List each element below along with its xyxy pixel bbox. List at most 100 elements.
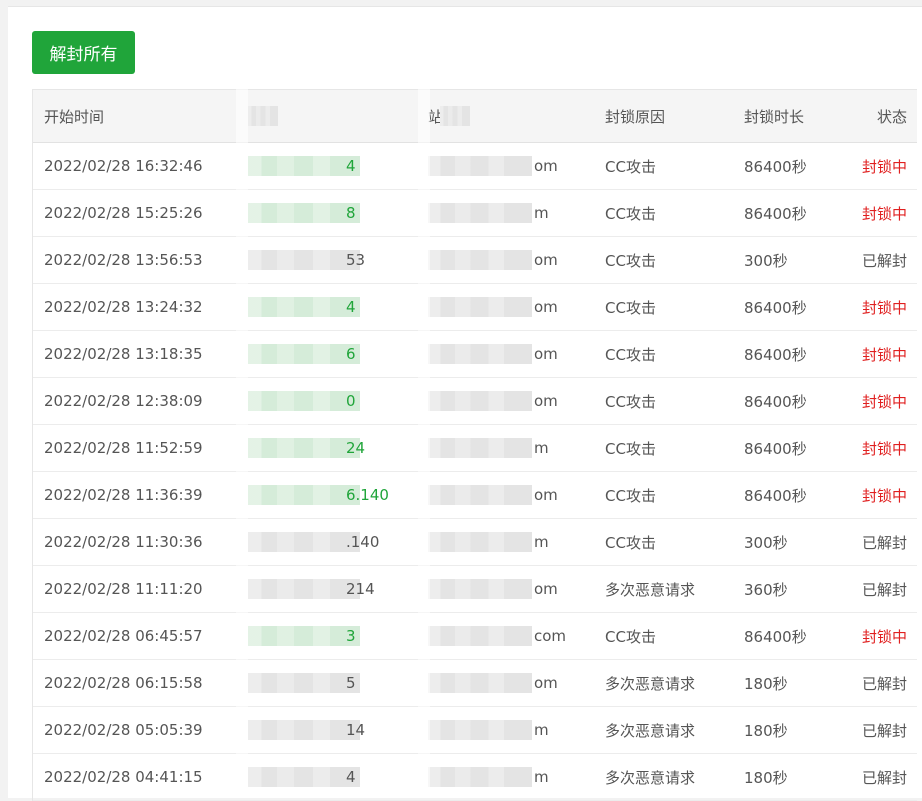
table-header: 开始时间 站 封锁原因 封锁时长 状态 <box>33 90 917 143</box>
site-cell: m <box>428 190 588 236</box>
ip-cell[interactable]: 4 <box>248 284 398 330</box>
duration-cell: 86400秒 <box>744 298 807 317</box>
table-row: 2022/02/28 16:32:46 4 om CC攻击 86400秒 封锁中 <box>33 143 917 190</box>
ip-address-tail: 53 <box>346 251 366 269</box>
status-blocked-link[interactable]: 封锁中 <box>862 190 907 236</box>
start-time-cell: 2022/02/28 12:38:09 <box>44 392 203 410</box>
reason-cell: CC攻击 <box>605 345 656 364</box>
status-blocked-link[interactable]: 封锁中 <box>862 378 907 424</box>
start-time-cell: 2022/02/28 04:41:15 <box>44 768 203 786</box>
reason-cell: 多次恶意请求 <box>605 674 696 693</box>
redacted-ip-mask <box>248 673 360 693</box>
reason-cell: 多次恶意请求 <box>605 721 696 740</box>
duration-cell: 86400秒 <box>744 392 807 411</box>
ip-cell[interactable]: 6 <box>248 331 398 377</box>
duration-cell: 360秒 <box>744 580 788 599</box>
status-unblocked-text: 已解封 <box>861 768 907 787</box>
reason-cell: CC攻击 <box>605 157 656 176</box>
status-unblocked-text: 已解封 <box>861 674 907 693</box>
redacted-site-mask <box>428 250 532 270</box>
table-row: 2022/02/28 06:45:57 3 com CC攻击 86400秒 封锁中 <box>33 613 917 660</box>
duration-cell: 180秒 <box>744 674 788 693</box>
redacted-site-mask <box>428 579 532 599</box>
redacted-site-mask <box>428 344 532 364</box>
site-domain-tail: m <box>534 768 549 786</box>
reason-cell: CC攻击 <box>605 204 656 223</box>
site-domain-tail: om <box>534 674 558 692</box>
ip-cell[interactable]: 3 <box>248 613 398 659</box>
ip-cell[interactable]: 4 <box>248 143 398 189</box>
ip-cell[interactable]: 24 <box>248 425 398 471</box>
table-row: 2022/02/28 15:25:26 8 m CC攻击 86400秒 封锁中 <box>33 190 917 237</box>
status-blocked-link[interactable]: 封锁中 <box>862 284 907 330</box>
duration-cell: 300秒 <box>744 533 788 552</box>
start-time-cell: 2022/02/28 11:52:59 <box>44 439 203 457</box>
unblock-all-button[interactable]: 解封所有 <box>32 31 135 74</box>
duration-cell: 86400秒 <box>744 486 807 505</box>
site-domain-tail: m <box>534 204 549 222</box>
site-cell: om <box>428 378 588 424</box>
status-blocked-link[interactable]: 封锁中 <box>862 425 907 471</box>
redaction-strip <box>418 80 430 797</box>
redacted-mask <box>440 106 470 126</box>
redacted-ip-mask <box>248 532 360 552</box>
start-time-cell: 2022/02/28 13:18:35 <box>44 345 203 363</box>
site-cell: om <box>428 237 588 283</box>
status-blocked-link[interactable]: 封锁中 <box>862 472 907 518</box>
table-row: 2022/02/28 11:30:36 .140 m CC攻击 300秒 已解封 <box>33 519 917 566</box>
status-unblocked-text: 已解封 <box>861 721 907 740</box>
reason-cell: CC攻击 <box>605 439 656 458</box>
redacted-mask <box>248 106 278 126</box>
duration-cell: 86400秒 <box>744 627 807 646</box>
site-cell: om <box>428 331 588 377</box>
start-time-cell: 2022/02/28 16:32:46 <box>44 157 203 175</box>
status-blocked-link[interactable]: 封锁中 <box>862 613 907 659</box>
table-row: 2022/02/28 05:05:39 14 m 多次恶意请求 180秒 已解封 <box>33 707 917 754</box>
redacted-site-mask <box>428 626 532 646</box>
reason-cell: CC攻击 <box>605 486 656 505</box>
ip-cell[interactable]: 0 <box>248 378 398 424</box>
site-domain-tail: m <box>534 533 549 551</box>
redacted-ip-mask <box>248 767 360 787</box>
column-header-site: 站 <box>428 90 588 142</box>
status-blocked-link[interactable]: 封锁中 <box>862 143 907 189</box>
ip-cell: 4 <box>248 754 398 800</box>
ip-cell: .140 <box>248 519 398 565</box>
redacted-ip-mask <box>248 203 360 223</box>
block-log-table: 开始时间 站 封锁原因 封锁时长 状态 2022/02/28 16:32:46 4… <box>32 89 917 801</box>
site-cell: om <box>428 660 588 706</box>
start-time-cell: 2022/02/28 11:30:36 <box>44 533 203 551</box>
column-header-reason: 封锁原因 <box>605 107 666 126</box>
site-cell: om <box>428 143 588 189</box>
redacted-site-mask <box>428 720 532 740</box>
site-domain-tail: com <box>534 627 567 645</box>
site-domain-tail: om <box>534 251 558 269</box>
redacted-site-mask <box>428 438 532 458</box>
redacted-ip-mask <box>248 438 360 458</box>
ip-cell: 5 <box>248 660 398 706</box>
ip-cell: 214 <box>248 566 398 612</box>
site-cell: m <box>428 754 588 800</box>
site-cell: m <box>428 707 588 753</box>
redacted-site-mask <box>428 156 532 176</box>
duration-cell: 86400秒 <box>744 157 807 176</box>
ip-address-tail: 4 <box>346 157 356 175</box>
table-row: 2022/02/28 11:36:39 6.140 om CC攻击 86400秒 封锁中 <box>33 472 917 519</box>
start-time-cell: 2022/02/28 13:24:32 <box>44 298 203 316</box>
column-header-ip <box>248 90 398 142</box>
ip-cell[interactable]: 6.140 <box>248 472 398 518</box>
duration-cell: 86400秒 <box>744 345 807 364</box>
redacted-ip-mask <box>248 579 360 599</box>
status-unblocked-text: 已解封 <box>861 251 907 270</box>
ip-cell[interactable]: 8 <box>248 190 398 236</box>
redacted-site-mask <box>428 391 532 411</box>
duration-cell: 86400秒 <box>744 439 807 458</box>
duration-cell: 86400秒 <box>744 204 807 223</box>
reason-cell: 多次恶意请求 <box>605 580 696 599</box>
status-blocked-link[interactable]: 封锁中 <box>862 331 907 377</box>
reason-cell: CC攻击 <box>605 533 656 552</box>
redacted-ip-mask <box>248 626 360 646</box>
redacted-ip-mask <box>248 344 360 364</box>
site-domain-tail: om <box>534 298 558 316</box>
redaction-strip <box>236 80 248 797</box>
